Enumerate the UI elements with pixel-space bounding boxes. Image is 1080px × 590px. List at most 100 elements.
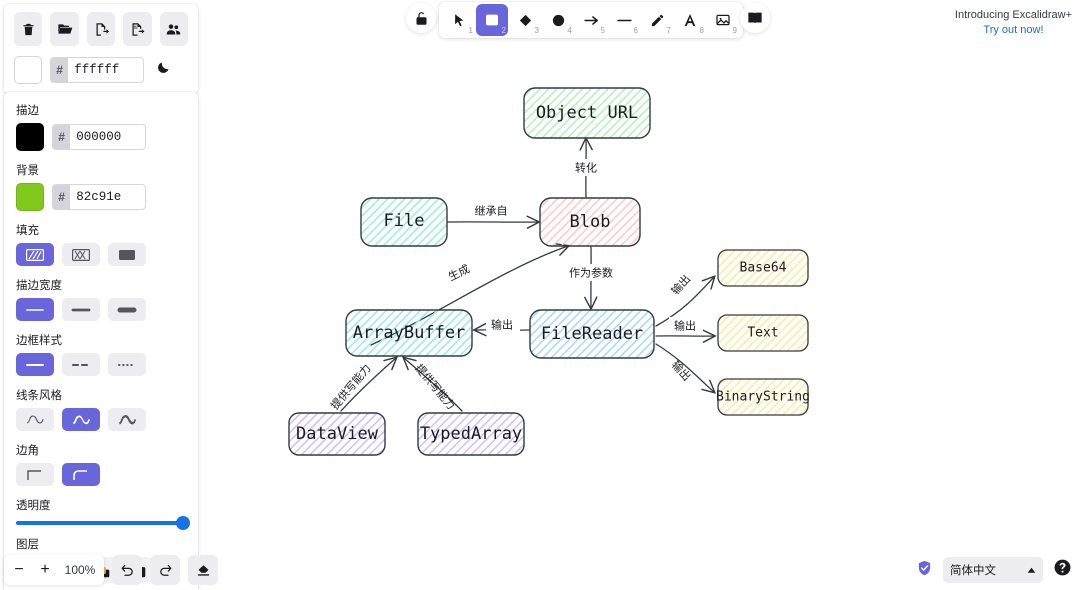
node-label: Text [747,326,778,341]
excalidraw-app: Object URL File Blob ArrayBuffer FileRea… [0,0,1080,590]
tool-shortcut: 7 [666,26,671,35]
stroke-width-thin-button[interactable] [16,298,54,321]
node-blob[interactable]: Blob [539,197,641,247]
footer-left: − + 100% [4,555,218,585]
undo-button[interactable] [112,555,142,585]
fill-cross-hatch-button[interactable] [62,243,100,266]
tools-island: 1 2 3 4 5 6 7 8 9 [439,2,743,38]
tool-shortcut: 6 [633,26,638,35]
node-text[interactable]: Text [717,314,809,352]
node-file[interactable]: File [360,197,448,247]
background-label: 背景 [16,163,39,177]
moon-icon[interactable] [156,60,171,80]
sloppiness-artist-button[interactable] [62,408,100,431]
tool-ellipse[interactable]: 4 [542,4,574,36]
stroke-style-dashed-button[interactable] [62,353,100,376]
stroke-width-label: 描边宽度 [16,278,62,292]
stroke-style-options [16,353,186,376]
edge-label: 继承自 [475,205,508,218]
stroke-hex-field[interactable]: # [52,124,146,150]
shield-check-icon[interactable] [916,559,933,582]
redo-button[interactable] [150,555,180,585]
background-hex-field[interactable]: # [52,184,146,210]
tool-text[interactable]: 8 [674,4,706,36]
background-color-row: # [16,183,186,211]
layers-label: 图层 [16,537,39,551]
node-binary-string[interactable]: BinaryString [716,378,810,416]
node-label: Object URL [536,103,638,123]
canvas-background-swatch[interactable] [14,56,42,84]
stroke-color-row: # [16,123,186,151]
promo-link[interactable]: Try out now! [955,23,1072,38]
node-data-view[interactable]: DataView [288,412,386,456]
zoom-controls: − + 100% [4,555,104,585]
save-to-file-button[interactable] [86,12,116,46]
promo-banner: Introducing Excalidraw+ Try out now! [955,8,1072,38]
tool-diamond[interactable]: 3 [509,4,541,36]
opacity-slider-fill [16,521,186,525]
node-label: BinaryString [716,390,810,405]
fill-solid-button[interactable] [108,243,146,266]
node-label: Base64 [740,261,787,276]
properties-island: 描边 # 背景 # 填充 [4,92,198,590]
background-color-input[interactable] [70,185,145,209]
edge-label: 输出 [491,318,513,332]
stroke-width-extra-bold-button[interactable] [108,298,146,321]
fill-hachure-button[interactable] [16,243,54,266]
help-button[interactable] [1053,558,1072,582]
stroke-style-solid-button[interactable] [16,353,54,376]
node-label: File [384,211,425,231]
tool-selection[interactable]: 1 [443,4,475,36]
stroke-color-swatch[interactable] [16,123,44,151]
stroke-width-bold-button[interactable] [62,298,100,321]
zoom-out-button[interactable]: − [6,557,32,583]
zoom-level-value[interactable]: 100% [58,563,102,577]
promo-headline: Introducing Excalidraw+ [954,9,1072,21]
stroke-label: 描边 [16,103,39,117]
lock-open-icon[interactable] [406,3,436,33]
opacity-label: 透明度 [16,498,51,512]
opacity-slider-knob[interactable] [176,516,190,530]
language-select[interactable]: 简体中文 [943,557,1043,583]
node-object-url[interactable]: Object URL [523,87,651,139]
edges-sharp-button[interactable] [16,463,54,486]
tool-shortcut: 5 [600,26,605,35]
tool-rectangle[interactable]: 2 [476,4,508,36]
background-color-swatch[interactable] [16,183,44,211]
canvas-background-hex-field[interactable]: # [50,57,144,83]
hash-prefix: # [53,125,71,149]
sloppiness-cartoonist-button[interactable] [108,408,146,431]
node-label: FileReader [541,324,643,344]
sloppiness-architect-button[interactable] [16,408,54,431]
edges-round-button[interactable] [62,463,100,486]
edge-label: 输出 [668,272,693,298]
tool-shortcut: 8 [699,26,704,35]
tool-image[interactable]: 9 [707,4,739,36]
language-value: 简体中文 [950,563,996,577]
node-file-reader[interactable]: FileReader [529,309,655,359]
tool-draw[interactable]: 7 [641,4,673,36]
edge-label: 输出 [669,358,694,384]
zoom-in-button[interactable]: + [32,557,58,583]
edges-options [16,463,186,486]
tool-line[interactable]: 6 [608,4,640,36]
canvas-background-input[interactable] [68,58,143,82]
open-button[interactable] [50,12,79,46]
file-menu-island: # [4,4,198,94]
stroke-color-input[interactable] [70,125,145,149]
book-icon[interactable] [740,3,770,33]
opacity-slider[interactable] [16,516,190,530]
node-array-buffer[interactable]: ArrayBuffer [345,309,473,357]
hash-prefix: # [53,185,71,209]
node-typed-array[interactable]: TypedArray [417,412,525,456]
export-image-button[interactable] [123,12,152,46]
tool-arrow[interactable]: 5 [575,4,607,36]
edge-label: 作为参数 [569,266,613,280]
stroke-style-dotted-button[interactable] [108,353,146,376]
node-base64[interactable]: Base64 [717,249,809,287]
live-collaboration-button[interactable] [159,12,189,46]
eraser-button[interactable] [188,555,218,585]
hash-prefix: # [51,58,69,82]
node-label: Blob [570,212,611,232]
clear-canvas-button[interactable] [14,12,43,46]
